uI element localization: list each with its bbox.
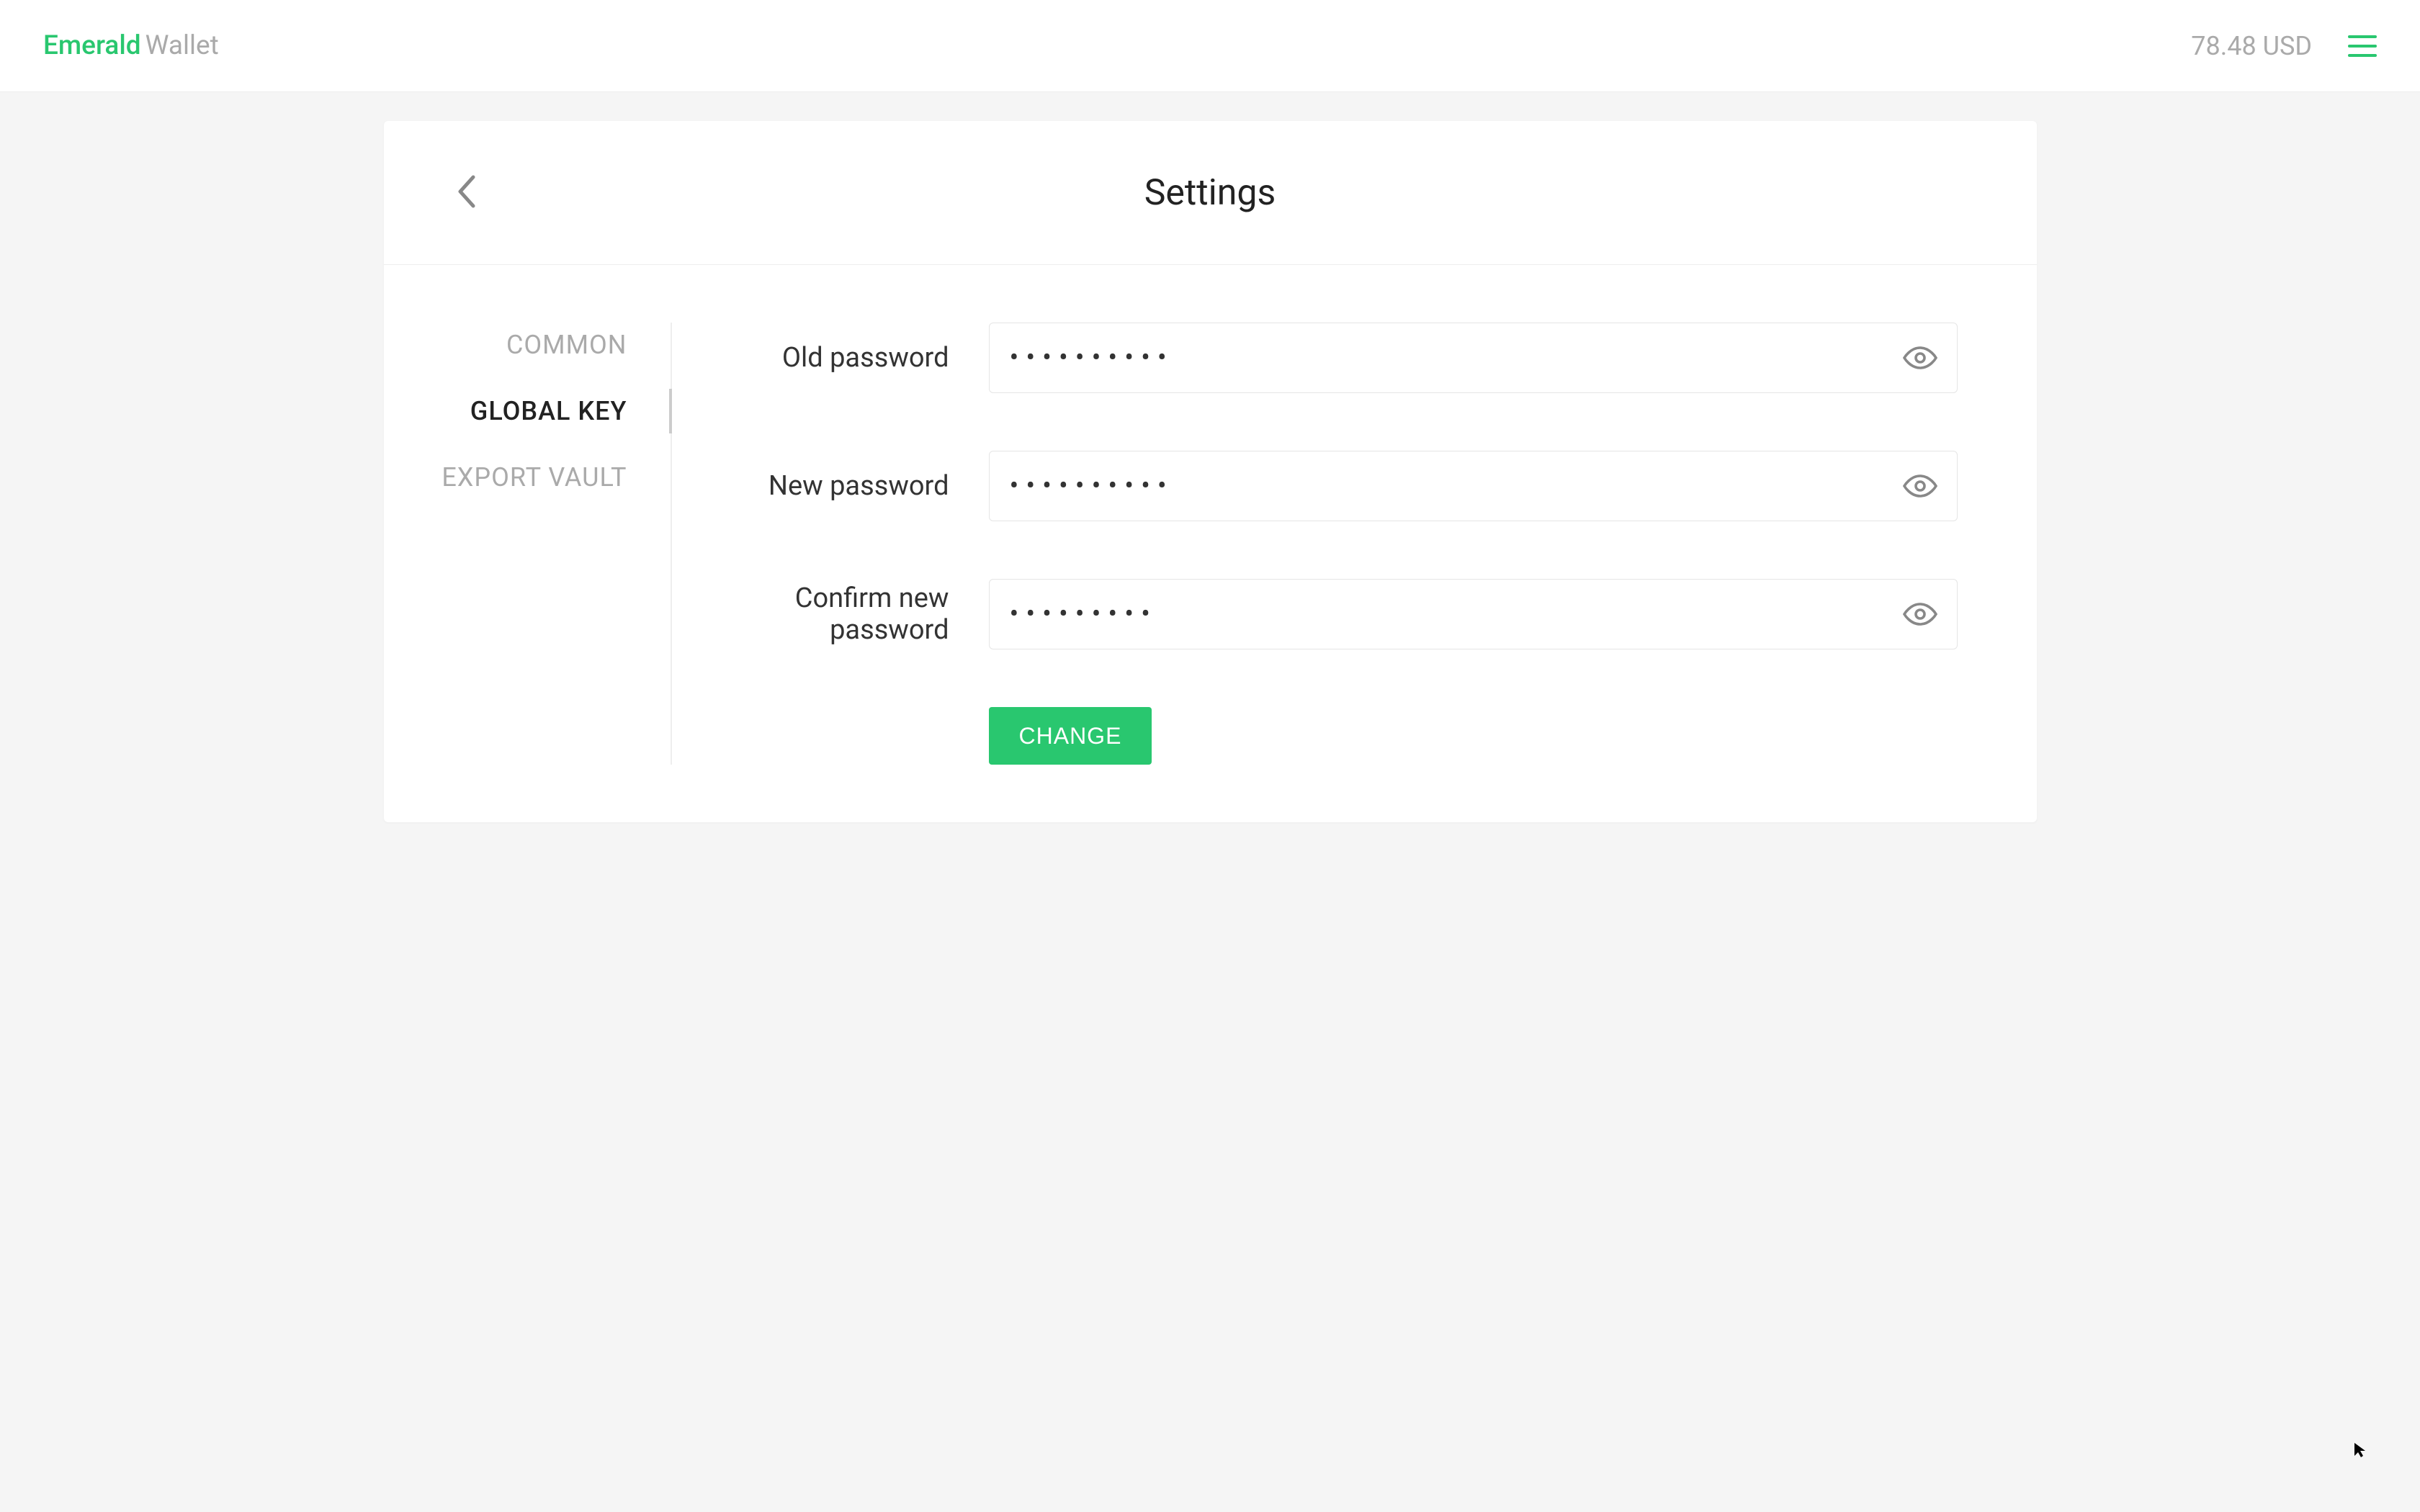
header-right: 78.48 USD (2191, 31, 2377, 61)
eye-icon (1903, 469, 1937, 503)
back-button[interactable] (449, 167, 485, 219)
toggle-old-password-visibility[interactable] (1903, 341, 1937, 375)
confirm-password-wrapper (989, 579, 1958, 649)
form-row-old-password: Old password (730, 323, 1958, 393)
hamburger-menu-icon[interactable] (2348, 35, 2377, 57)
toggle-new-password-visibility[interactable] (1903, 469, 1937, 503)
settings-tabs: COMMON GLOBAL KEY EXPORT VAULT (384, 323, 672, 765)
tab-common[interactable]: COMMON (506, 330, 627, 360)
cursor-icon (2352, 1441, 2369, 1459)
new-password-wrapper (989, 451, 1958, 521)
toggle-confirm-password-visibility[interactable] (1903, 597, 1937, 631)
old-password-label: Old password (730, 342, 989, 374)
new-password-input[interactable] (989, 451, 1958, 521)
old-password-wrapper (989, 323, 1958, 393)
chevron-left-icon (456, 174, 478, 209)
tab-export-vault[interactable]: EXPORT VAULT (442, 462, 627, 492)
confirm-password-label: Confirm new password (730, 582, 989, 646)
new-password-label: New password (730, 470, 989, 502)
eye-icon (1903, 597, 1937, 631)
balance-display: 78.48 USD (2191, 31, 2312, 61)
change-button[interactable]: CHANGE (989, 707, 1152, 765)
form-area: Old password New password (672, 323, 2037, 765)
form-row-confirm-password: Confirm new password (730, 579, 1958, 649)
confirm-password-input[interactable] (989, 579, 1958, 649)
content-wrapper: Settings COMMON GLOBAL KEY EXPORT VAULT … (0, 92, 2420, 822)
logo-primary: Emerald (43, 30, 141, 61)
card-header: Settings (384, 121, 2037, 265)
app-logo[interactable]: Emerald Wallet (43, 30, 219, 61)
tab-global-key[interactable]: GLOBAL KEY (470, 396, 627, 426)
settings-card: Settings COMMON GLOBAL KEY EXPORT VAULT … (384, 121, 2037, 822)
button-row: CHANGE (730, 707, 1958, 765)
page-title: Settings (1144, 172, 1276, 214)
eye-icon (1903, 341, 1937, 375)
logo-secondary: Wallet (145, 30, 219, 61)
app-header: Emerald Wallet 78.48 USD (0, 0, 2420, 92)
card-body: COMMON GLOBAL KEY EXPORT VAULT Old passw… (384, 265, 2037, 822)
form-row-new-password: New password (730, 451, 1958, 521)
old-password-input[interactable] (989, 323, 1958, 393)
